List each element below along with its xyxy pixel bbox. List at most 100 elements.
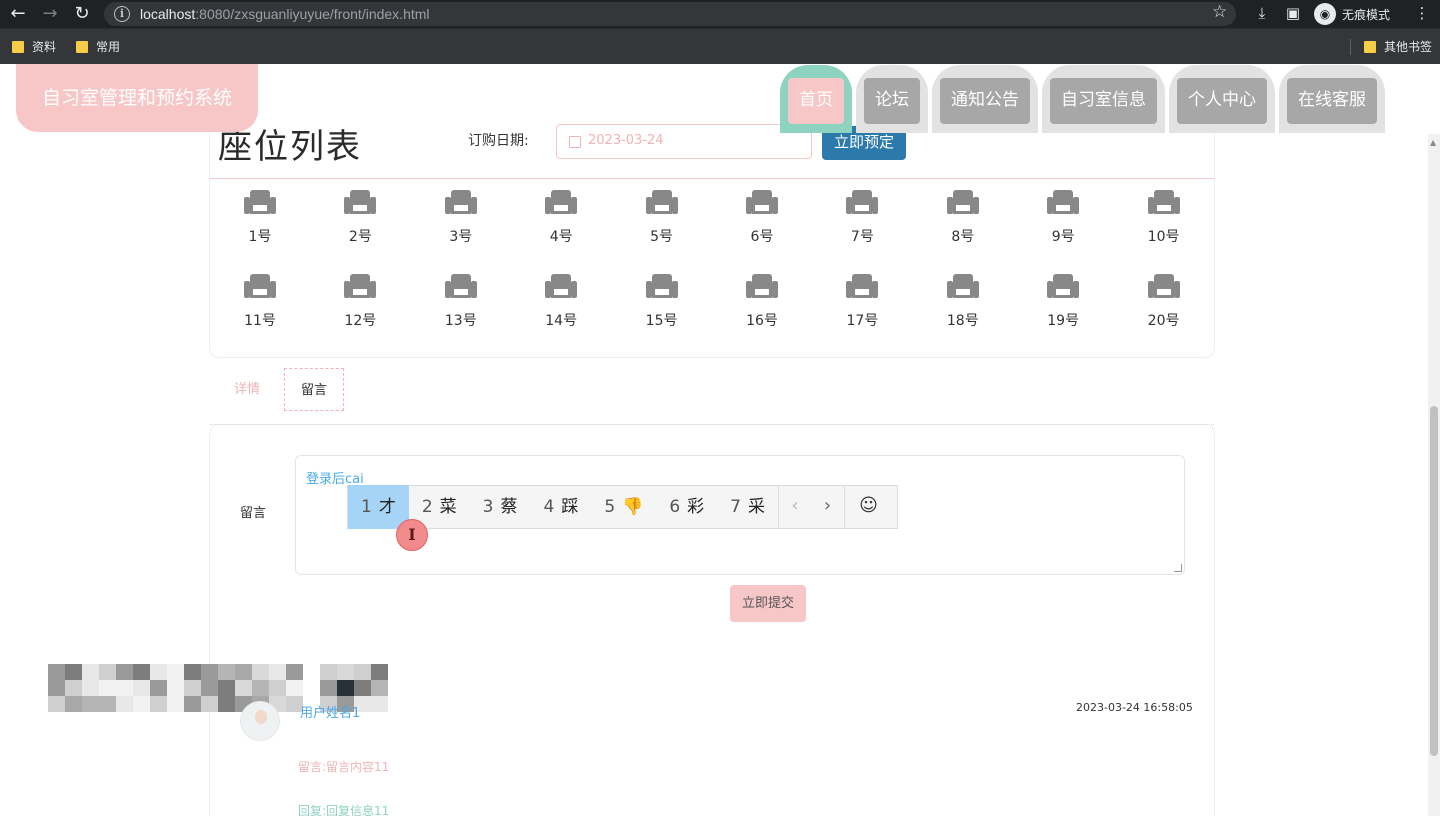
seat-item[interactable]: 3号 [431,188,491,246]
seat-header-divider [210,178,1214,179]
bookmark-star-icon[interactable]: ☆ [1212,2,1227,22]
bookmark-folder-ziliao[interactable]: 资料 [12,38,56,55]
seat-item[interactable]: 5号 [632,188,692,246]
url-host: localhost [140,6,196,22]
ime-candidate-number: 6 [669,497,681,517]
incognito-indicator[interactable]: ◉ 无痕模式 [1314,3,1390,25]
seat-item[interactable]: 8号 [933,188,993,246]
ime-emoji-icon[interactable]: ☺ [843,485,892,529]
side-panel-icon[interactable]: ▣ [1283,3,1303,23]
seat-item[interactable]: 9号 [1033,188,1093,246]
seat-item[interactable]: 15号 [632,272,692,330]
seat-label: 9号 [1051,229,1075,245]
seat-item[interactable]: 12号 [330,272,390,330]
seat-label: 12号 [344,313,377,329]
seat-list-title: 座位列表 [218,127,362,167]
seat-item[interactable]: 14号 [531,272,591,330]
chair-icon [244,188,276,216]
ime-prev-page-icon[interactable]: ‹ [777,485,811,529]
seat-item[interactable]: 2号 [330,188,390,246]
nav-forum[interactable]: 论坛 [856,65,928,133]
booking-date-value: 2023-03-24 [588,133,664,148]
ime-candidate-number: 3 [482,497,494,517]
ime-candidate[interactable]: 5 👎 [591,485,656,529]
booking-date-input[interactable]: 2023-03-24 [556,124,812,159]
site-info-icon[interactable]: i [114,6,130,22]
seat-label: 19号 [1047,313,1080,329]
ime-next-page-icon[interactable]: › [811,485,844,529]
reload-icon[interactable]: ↻ [70,2,94,26]
chair-icon [846,188,879,216]
other-bookmarks[interactable]: 其他书签 [1364,38,1432,55]
download-icon[interactable]: ⤓ [1252,3,1272,23]
menu-kebab-icon[interactable]: ⋮ [1412,3,1432,23]
seat-item[interactable]: 7号 [832,188,892,246]
submit-comment-button[interactable]: 立即提交 [730,585,806,622]
tab-comment[interactable]: 留言 [284,368,345,411]
seat-item[interactable]: 16号 [732,272,792,330]
seat-label: 5号 [650,229,674,245]
thumbs-down-icon: 👎 [622,497,644,517]
seat-label: 18号 [946,313,979,329]
seat-label: 3号 [449,229,473,245]
main-nav: 首页 论坛 通知公告 自习室信息 个人中心 在线客服 [780,65,1385,133]
resize-grip-icon[interactable] [1174,564,1182,572]
seat-label: 20号 [1147,313,1180,329]
seat-item[interactable]: 6号 [732,188,792,246]
page-scrollbar[interactable]: ▲ [1428,134,1440,816]
chair-icon [645,272,678,300]
chair-icon [244,272,276,300]
scrollbar-thumb[interactable] [1430,406,1438,756]
seat-label: 15号 [645,313,678,329]
seat-item[interactable]: 18号 [933,272,993,330]
folder-icon [12,40,24,53]
comment-reply: 回复:回复信息11 [298,804,390,816]
nav-label: 论坛 [864,78,920,124]
ime-candidate-text: 菜 [439,497,457,517]
nav-online-support[interactable]: 在线客服 [1279,65,1385,133]
site-brand[interactable]: 自习室管理和预约系统 [16,64,258,132]
back-arrow-icon[interactable]: ← [6,2,30,26]
panel-divider [210,424,1214,425]
nav-study-room-info[interactable]: 自习室信息 [1042,65,1165,133]
seat-label: 8号 [951,229,975,245]
ime-candidate-text: 彩 [687,497,705,517]
seat-item[interactable]: 17号 [832,272,892,330]
url-text: localhost:8080/zxsguanliyuyue/front/inde… [140,5,430,23]
nav-personal-center[interactable]: 个人中心 [1169,65,1275,133]
other-bookmarks-label: 其他书签 [1384,40,1433,54]
seat-item[interactable]: 13号 [431,272,491,330]
nav-home[interactable]: 首页 [780,65,852,133]
ime-candidate[interactable]: 7采 [717,485,778,529]
nav-notices[interactable]: 通知公告 [932,65,1038,133]
chair-icon [1047,188,1080,216]
ime-candidate[interactable]: 1才 [348,485,409,529]
seat-item[interactable]: 10号 [1134,188,1194,246]
nav-label: 个人中心 [1177,78,1267,124]
ime-candidate-number: 7 [730,497,741,517]
chair-icon [1147,188,1180,216]
ime-candidate[interactable]: 6彩 [656,485,717,529]
chair-icon [444,272,477,300]
ime-candidate-text: 采 [747,497,765,517]
seat-item[interactable]: 4号 [531,188,591,246]
forward-arrow-icon[interactable]: → [38,2,62,26]
seat-label: 17号 [846,313,879,329]
bookmark-label: 资料 [32,40,57,54]
folder-icon [1364,40,1376,53]
seat-item[interactable]: 19号 [1033,272,1093,330]
chair-icon [1047,272,1080,300]
seat-item[interactable]: 11号 [230,272,290,330]
bookmark-folder-changyong[interactable]: 常用 [76,38,120,55]
scroll-up-icon[interactable]: ▲ [1430,138,1436,147]
ime-candidate[interactable]: 3蔡 [470,485,531,529]
avatar [240,701,280,741]
ime-candidate[interactable]: 4踩 [530,485,591,529]
seat-item[interactable]: 1号 [230,188,290,246]
ime-candidate-number: 4 [543,497,555,517]
chair-icon [746,188,778,216]
chair-icon [344,188,377,216]
address-bar[interactable]: i localhost:8080/zxsguanliyuyue/front/in… [104,2,1236,26]
seat-item[interactable]: 20号 [1134,272,1194,330]
tab-detail[interactable]: 详情 [218,368,276,411]
